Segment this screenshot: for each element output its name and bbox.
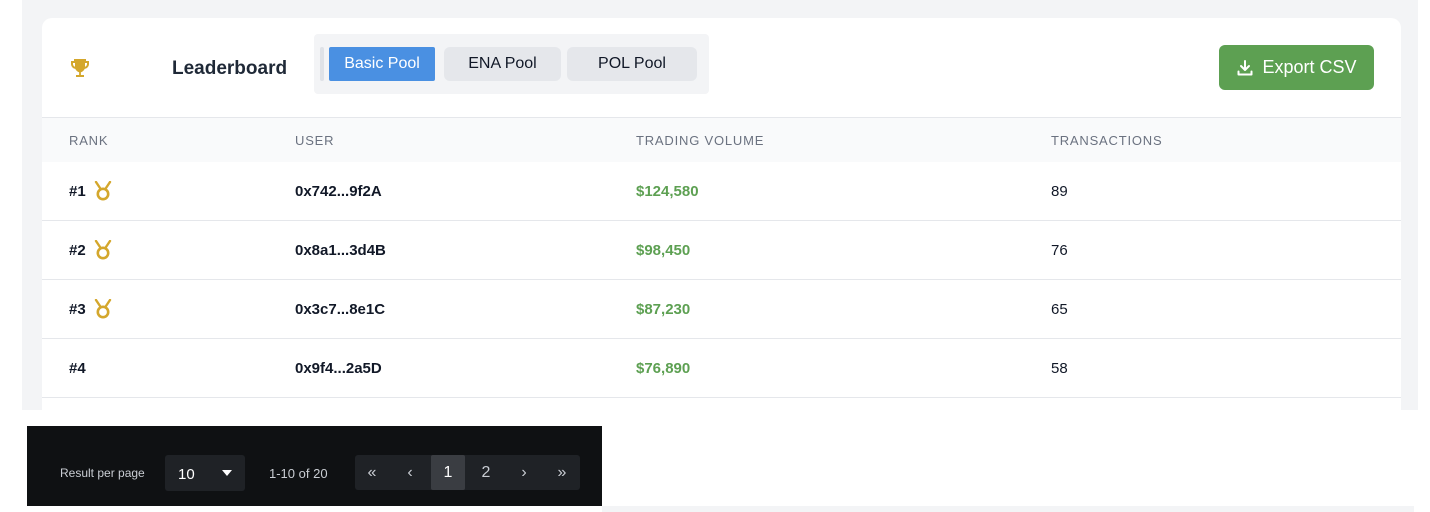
pagination-bar: Result per page 10 1-10 of 20 « ‹ 1 2 › … <box>27 426 602 506</box>
user-cell: 0x742...9f2A <box>295 183 382 200</box>
prev-page-button[interactable]: ‹ <box>393 455 427 490</box>
medal-icon <box>94 181 112 201</box>
transactions-cell: 65 <box>1051 301 1068 318</box>
table-row[interactable]: #3 0x3c7...8e1C $87,230 65 <box>42 280 1401 339</box>
card-header: Leaderboard Basic Pool ENA Pool POL Pool… <box>42 18 1401 118</box>
download-icon <box>1237 59 1253 75</box>
table-row[interactable]: #4 0x9f4...2a5D $76,890 58 <box>42 339 1401 398</box>
volume-cell: $87,230 <box>636 301 691 318</box>
table-row[interactable]: #1 0x742...9f2A $124,580 89 <box>42 162 1401 221</box>
caret-down-icon <box>222 470 232 476</box>
column-header-trading-volume[interactable]: TRADING VOLUME <box>636 133 764 148</box>
tab-basic-pool[interactable]: Basic Pool <box>329 47 435 81</box>
tab-ena-pool[interactable]: ENA Pool <box>444 47 561 81</box>
page-title: Leaderboard <box>172 58 288 79</box>
pool-tabs: Basic Pool ENA Pool POL Pool <box>314 34 709 94</box>
column-header-transactions[interactable]: TRANSACTIONS <box>1051 133 1162 148</box>
medal-icon <box>94 299 112 319</box>
user-cell: 0x3c7...8e1C <box>295 301 386 318</box>
volume-cell: $124,580 <box>636 183 699 200</box>
per-page-select[interactable]: 10 <box>165 455 245 491</box>
bottom-strip <box>602 506 1414 512</box>
tab-scroll-indicator <box>320 47 324 81</box>
page-navigation: « ‹ 1 2 › » <box>355 455 580 490</box>
transactions-cell: 89 <box>1051 183 1068 200</box>
next-page-button[interactable]: › <box>507 455 541 490</box>
medal-icon <box>94 240 112 260</box>
tab-pol-pool[interactable]: POL Pool <box>567 47 697 81</box>
page-1-button[interactable]: 1 <box>431 455 465 490</box>
transactions-cell: 76 <box>1051 242 1068 259</box>
per-page-value: 10 <box>178 466 195 483</box>
first-page-button[interactable]: « <box>355 455 389 490</box>
rank-cell: #4 <box>69 360 86 377</box>
column-header-rank[interactable]: RANK <box>69 133 108 148</box>
page-2-button[interactable]: 2 <box>469 455 503 490</box>
result-range: 1-10 of 20 <box>269 466 328 481</box>
table-header: RANK USER TRADING VOLUME TRANSACTIONS <box>42 118 1401 162</box>
export-csv-button[interactable]: Export CSV <box>1219 45 1374 90</box>
last-page-button[interactable]: » <box>545 455 579 490</box>
transactions-cell: 58 <box>1051 360 1068 377</box>
rank-cell: #2 <box>69 242 86 259</box>
user-cell: 0x8a1...3d4B <box>295 242 386 259</box>
volume-cell: $76,890 <box>636 360 691 377</box>
column-header-user[interactable]: USER <box>295 133 334 148</box>
rank-cell: #3 <box>69 301 86 318</box>
export-csv-label: Export CSV <box>1262 57 1357 77</box>
trophy-icon <box>71 59 89 77</box>
table-row[interactable]: #2 0x8a1...3d4B $98,450 76 <box>42 221 1401 280</box>
user-cell: 0x9f4...2a5D <box>295 360 382 377</box>
rank-cell: #1 <box>69 183 86 200</box>
volume-cell: $98,450 <box>636 242 691 259</box>
per-page-label: Result per page <box>60 466 145 480</box>
leaderboard-card: Leaderboard Basic Pool ENA Pool POL Pool… <box>42 18 1401 410</box>
